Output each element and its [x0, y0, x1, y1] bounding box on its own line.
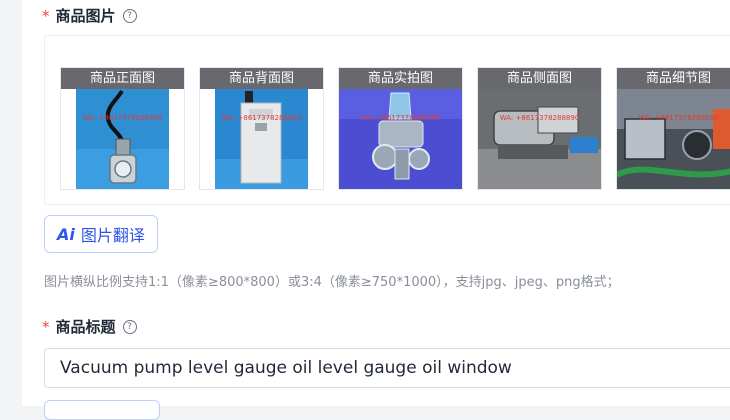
- thumbnail-real-shot[interactable]: 商品实拍图 WA: +8617378288890: [338, 67, 463, 190]
- help-icon[interactable]: ?: [122, 8, 137, 23]
- product-images-title: 商品图片: [55, 7, 116, 25]
- watermark-text: WA: +8617378288890: [221, 114, 302, 122]
- watermark-text: WA: +8617378288890: [638, 114, 719, 122]
- image-translate-label: 图片翻译: [80, 226, 145, 245]
- image-format-hint: 图片横纵比例支持1:1（像素≥800*800）或3:4（像素≥750*1000）…: [44, 275, 620, 290]
- ai-icon: Ai: [57, 224, 75, 244]
- thumbnail-detail[interactable]: 商品细节图 WA: +8617378288890: [616, 67, 730, 190]
- product-photo-real-shot: [339, 89, 462, 189]
- product-title-label: * 商品标题 ?: [42, 316, 137, 337]
- product-images-label: * 商品图片 ?: [42, 5, 137, 26]
- thumbnail-side[interactable]: 商品侧面图 WA: +8617378288890: [477, 67, 602, 190]
- watermark-text: WA: +8617378288890: [82, 114, 163, 122]
- product-title-input[interactable]: [44, 348, 730, 388]
- thumbnail-front[interactable]: 商品正面图 WA: +8617378288890: [60, 67, 185, 190]
- bottom-button[interactable]: [44, 400, 160, 420]
- product-photo-side: [478, 89, 601, 189]
- product-photo-front: [76, 89, 169, 189]
- watermark-text: WA: +8617378288890: [499, 114, 580, 122]
- thumbnail-caption: 商品实拍图: [339, 68, 462, 89]
- thumbnail-caption: 商品侧面图: [478, 68, 601, 89]
- thumbnail-back[interactable]: 商品背面图 WA: +8617378288890: [199, 67, 324, 190]
- product-photo-detail: [617, 89, 730, 189]
- required-mark: *: [42, 317, 50, 336]
- product-form-panel: * 商品图片 ? 商品正面图 WA: +8617378288890 商品背面图: [22, 0, 730, 420]
- thumbnail-caption: 商品细节图: [617, 68, 730, 89]
- watermark-text: WA: +8617378288890: [360, 114, 441, 122]
- help-icon[interactable]: ?: [122, 319, 137, 334]
- thumbnail-caption: 商品正面图: [61, 68, 184, 89]
- thumbnail-caption: 商品背面图: [200, 68, 323, 89]
- image-gallery: 商品正面图 WA: +8617378288890 商品背面图 WA: +8617…: [44, 35, 730, 205]
- product-photo-back: [215, 89, 308, 189]
- required-mark: *: [42, 6, 50, 25]
- image-translate-button[interactable]: Ai 图片翻译: [44, 215, 158, 253]
- product-title-heading: 商品标题: [55, 318, 116, 336]
